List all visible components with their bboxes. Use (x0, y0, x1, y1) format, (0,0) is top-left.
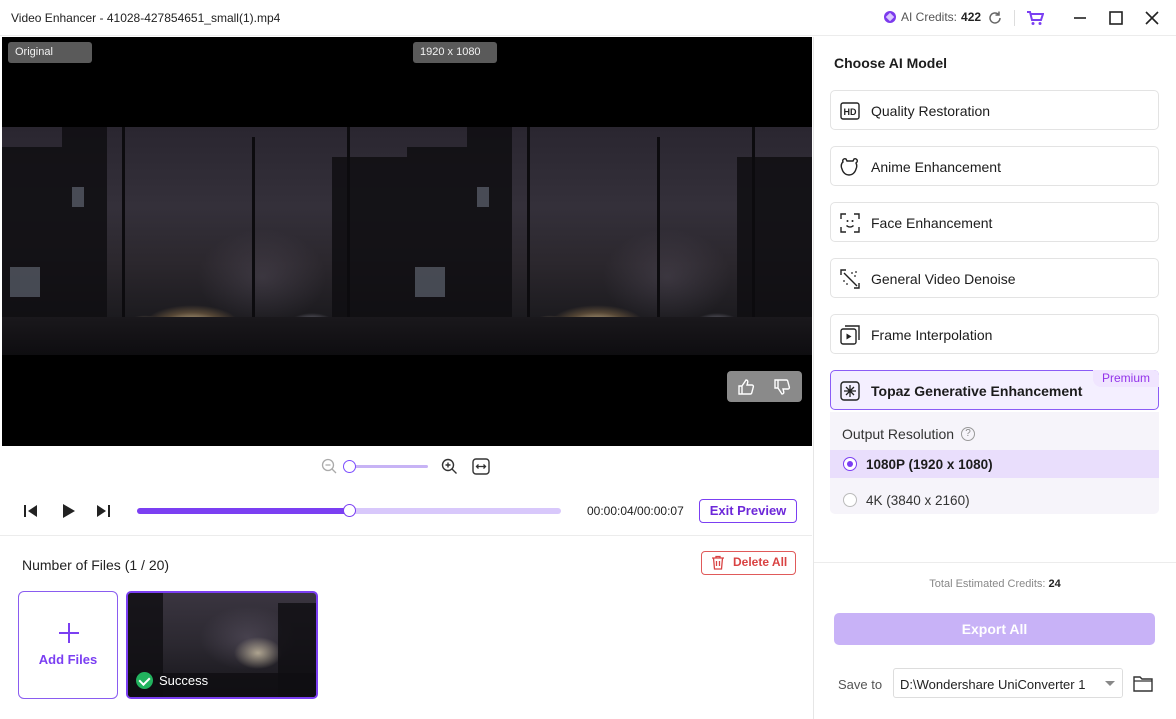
model-topaz-generative-enhancement[interactable]: Topaz Generative Enhancement Premium (830, 370, 1159, 410)
add-files-label: Add Files (38, 652, 98, 667)
delete-all-label: Delete All (733, 555, 788, 569)
window-title: Video Enhancer - 41028-427854651_small(1… (11, 11, 281, 25)
credits-gem-icon (884, 11, 896, 23)
title-divider (1014, 10, 1015, 26)
thumbs-down-icon[interactable] (773, 378, 791, 396)
success-check-icon (136, 672, 153, 689)
zoom-slider-track[interactable] (349, 465, 428, 468)
output-resolution-label: Output Resolution ? (842, 426, 976, 442)
model-label: Quality Restoration (871, 103, 991, 119)
progress-fill (137, 508, 349, 514)
add-files-button[interactable]: Add Files (18, 591, 118, 699)
chevron-down-icon (1098, 669, 1122, 697)
title-bar: Video Enhancer - 41028-427854651_small(1… (0, 0, 1176, 36)
close-button[interactable] (1144, 10, 1160, 26)
video-preview[interactable]: Original 1920 x 1080 (2, 37, 812, 446)
model-face-enhancement[interactable]: Face Enhancement (830, 202, 1159, 242)
resolution-option-4k[interactable]: 4K (3840 x 2160) (830, 486, 1159, 514)
export-all-button[interactable]: Export All (834, 613, 1155, 645)
rating-box (727, 371, 802, 402)
radio-selected-icon[interactable] (843, 457, 857, 471)
zoom-out-icon[interactable] (321, 458, 337, 474)
model-quality-restoration[interactable]: HD Quality Restoration (830, 90, 1159, 130)
resolution-option-label: 1080P (1920 x 1080) (866, 457, 993, 472)
premium-badge: Premium (1092, 370, 1159, 387)
panel-title: Choose AI Model (834, 55, 948, 71)
delete-all-button[interactable]: Delete All (701, 551, 796, 575)
help-icon[interactable]: ? (961, 427, 976, 441)
original-frame (2, 127, 407, 355)
save-path-select[interactable]: D:\Wondershare UniConverter 1 (893, 668, 1123, 698)
model-label: General Video Denoise (871, 271, 1016, 287)
model-label: Topaz Generative Enhancement (871, 383, 1083, 399)
radio-unselected-icon[interactable] (843, 493, 857, 507)
file-status-label: Success (159, 673, 209, 688)
maximize-button[interactable] (1108, 10, 1124, 26)
denoise-icon (840, 269, 860, 289)
output-resolution-text: Output Resolution (842, 426, 955, 442)
svg-text:HD: HD (844, 107, 857, 117)
estimated-credits: Total Estimated Credits: 24 (814, 578, 1176, 590)
trash-icon (712, 555, 724, 570)
face-scan-icon (840, 213, 860, 233)
cart-icon[interactable] (1026, 10, 1044, 26)
original-tag: Original (8, 42, 92, 63)
timecode: 00:00:04/00:00:07 (587, 504, 684, 518)
next-frame-button[interactable] (94, 502, 112, 520)
divider (0, 535, 812, 536)
folder-icon[interactable] (1133, 675, 1153, 692)
files-count-label: Number of Files (1 / 20) (22, 557, 170, 573)
model-frame-interpolation[interactable]: Frame Interpolation (830, 314, 1159, 354)
resolution-option-label: 4K (3840 x 2160) (866, 493, 970, 508)
exit-preview-button[interactable]: Exit Preview (699, 499, 797, 523)
enhanced-frame (407, 127, 812, 355)
ai-credits: AI Credits: 422 (884, 10, 981, 24)
progress-handle[interactable] (343, 504, 356, 517)
zoom-slider-handle[interactable] (343, 460, 356, 473)
model-label: Frame Interpolation (871, 327, 993, 343)
plus-icon (59, 623, 79, 643)
model-general-video-denoise[interactable]: General Video Denoise (830, 258, 1159, 298)
sparkle-icon (840, 381, 860, 401)
file-status: Success (136, 672, 208, 689)
panel-divider (814, 562, 1176, 563)
play-button[interactable] (59, 502, 77, 520)
credits-label: AI Credits: (901, 10, 958, 24)
anime-face-icon (840, 158, 858, 176)
estimated-credits-value: 24 (1048, 578, 1061, 590)
save-path-value: D:\Wondershare UniConverter 1 (900, 677, 1086, 692)
estimated-credits-label: Total Estimated Credits: (929, 578, 1046, 590)
resolution-tag: 1920 x 1080 (413, 42, 497, 63)
resolution-option-1080p[interactable]: 1080P (1920 x 1080) (830, 450, 1159, 478)
fit-width-icon[interactable] (472, 458, 490, 475)
zoom-in-icon[interactable] (441, 458, 458, 475)
previous-frame-button[interactable] (22, 502, 40, 520)
save-to-label: Save to (838, 677, 883, 692)
frame-interpolation-icon (840, 325, 860, 345)
thumbs-up-icon[interactable] (737, 378, 755, 396)
file-thumbnail[interactable]: Success (126, 591, 318, 699)
model-label: Face Enhancement (871, 215, 993, 231)
credits-value: 422 (961, 10, 982, 24)
hd-icon: HD (840, 102, 860, 120)
refresh-icon[interactable] (987, 10, 1003, 26)
minimize-button[interactable] (1072, 10, 1088, 26)
model-label: Anime Enhancement (871, 159, 1001, 175)
model-anime-enhancement[interactable]: Anime Enhancement (830, 146, 1159, 186)
